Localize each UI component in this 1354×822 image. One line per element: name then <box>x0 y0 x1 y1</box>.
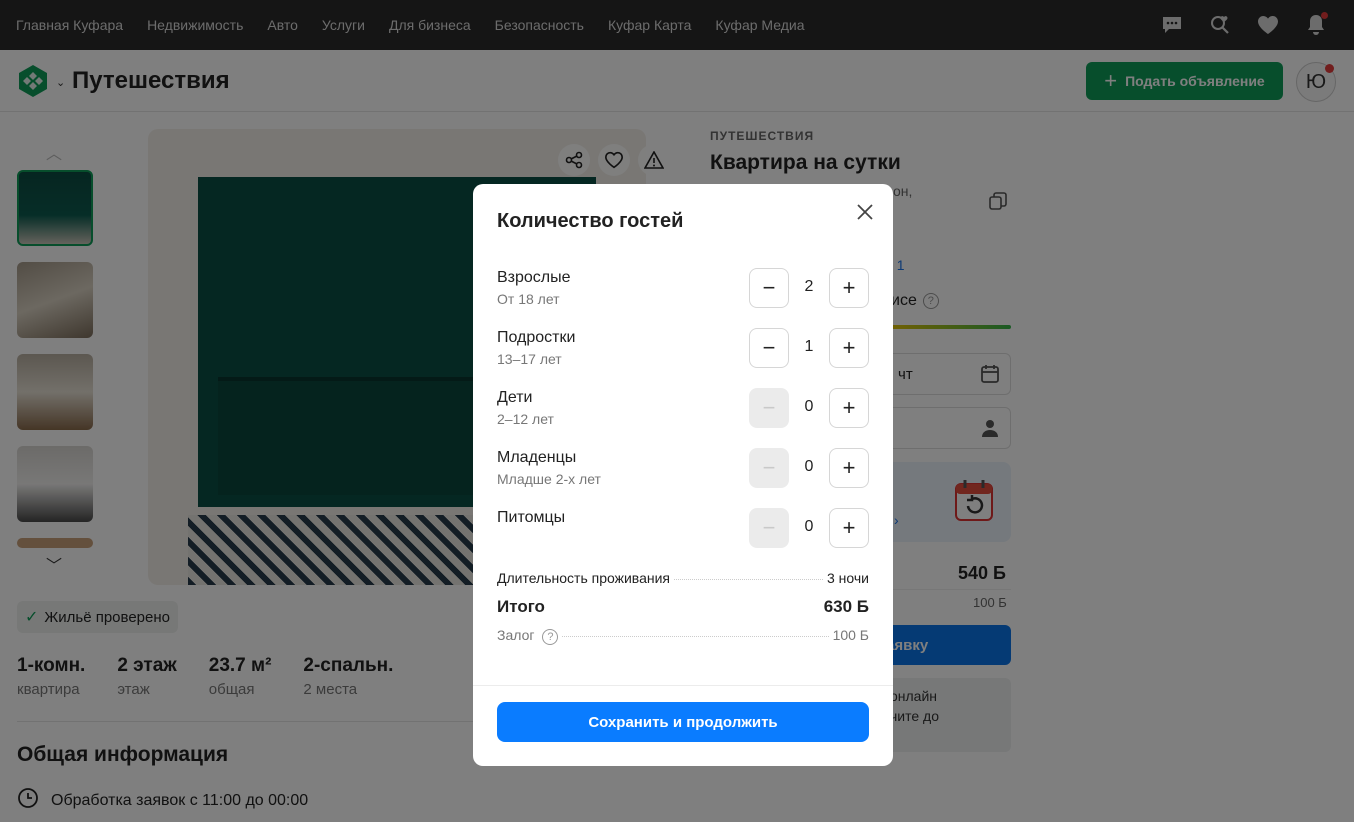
guest-row-age: 2–12 лет <box>497 411 554 427</box>
decrement-button[interactable]: − <box>749 388 789 428</box>
guest-row-age: 13–17 лет <box>497 351 562 367</box>
teens-stepper: − 1 + <box>749 328 869 368</box>
guest-row-name: Взрослые <box>497 269 571 286</box>
duration-row: Длительность проживания 3 ночи <box>497 570 869 586</box>
children-stepper: − 0 + <box>749 388 869 428</box>
guest-row-age: От 18 лет <box>497 291 560 307</box>
total-value: 630 Б <box>823 597 869 616</box>
decrement-button[interactable]: − <box>749 508 789 548</box>
modal-title: Количество гостей <box>497 210 684 232</box>
increment-button[interactable]: + <box>829 388 869 428</box>
adults-stepper: − 2 + <box>749 268 869 308</box>
decrement-button[interactable]: − <box>749 268 789 308</box>
decrement-button[interactable]: − <box>749 448 789 488</box>
total-label: Итого <box>497 597 545 616</box>
dotted-leader <box>674 579 823 580</box>
guest-row-adults: Взрослые От 18 лет − 2 + <box>497 268 869 308</box>
increment-button[interactable]: + <box>829 508 869 548</box>
increment-button[interactable]: + <box>829 328 869 368</box>
stepper-value: 2 <box>804 278 814 295</box>
decrement-button[interactable]: − <box>749 328 789 368</box>
total-row: Итого 630 Б <box>497 597 869 617</box>
save-button-label: Сохранить и продолжить <box>588 713 778 731</box>
stepper-value: 1 <box>804 338 814 355</box>
guest-row-name: Дети <box>497 389 533 406</box>
guest-row-name: Питомцы <box>497 509 566 526</box>
guests-modal: Количество гостей Взрослые От 18 лет − 2… <box>473 184 893 766</box>
guest-row-pets: Питомцы − 0 + <box>497 508 869 548</box>
guest-row-name: Младенцы <box>497 449 577 466</box>
guest-row-name: Подростки <box>497 329 576 346</box>
guest-row-teens: Подростки 13–17 лет − 1 + <box>497 328 869 368</box>
infants-stepper: − 0 + <box>749 448 869 488</box>
deposit-value: 100 Б <box>832 627 869 643</box>
duration-label: Длительность проживания <box>497 570 671 586</box>
pets-stepper: − 0 + <box>749 508 869 548</box>
guest-row-age: Младше 2-х лет <box>497 471 601 487</box>
deposit-row: Залог ? 100 Б <box>497 627 869 645</box>
dotted-leader <box>562 636 829 637</box>
duration-value: 3 ночи <box>827 570 869 586</box>
stepper-value: 0 <box>804 398 814 415</box>
save-and-continue-button[interactable]: Сохранить и продолжить <box>497 702 869 742</box>
close-icon[interactable] <box>855 202 875 222</box>
stepper-value: 0 <box>804 458 814 475</box>
guest-row-children: Дети 2–12 лет − 0 + <box>497 388 869 428</box>
modal-divider <box>473 685 893 686</box>
increment-button[interactable]: + <box>829 448 869 488</box>
guest-row-infants: Младенцы Младше 2-х лет − 0 + <box>497 448 869 488</box>
stepper-value: 0 <box>804 518 814 535</box>
help-icon[interactable]: ? <box>542 629 559 645</box>
deposit-label: Залог <box>497 627 535 643</box>
increment-button[interactable]: + <box>829 268 869 308</box>
